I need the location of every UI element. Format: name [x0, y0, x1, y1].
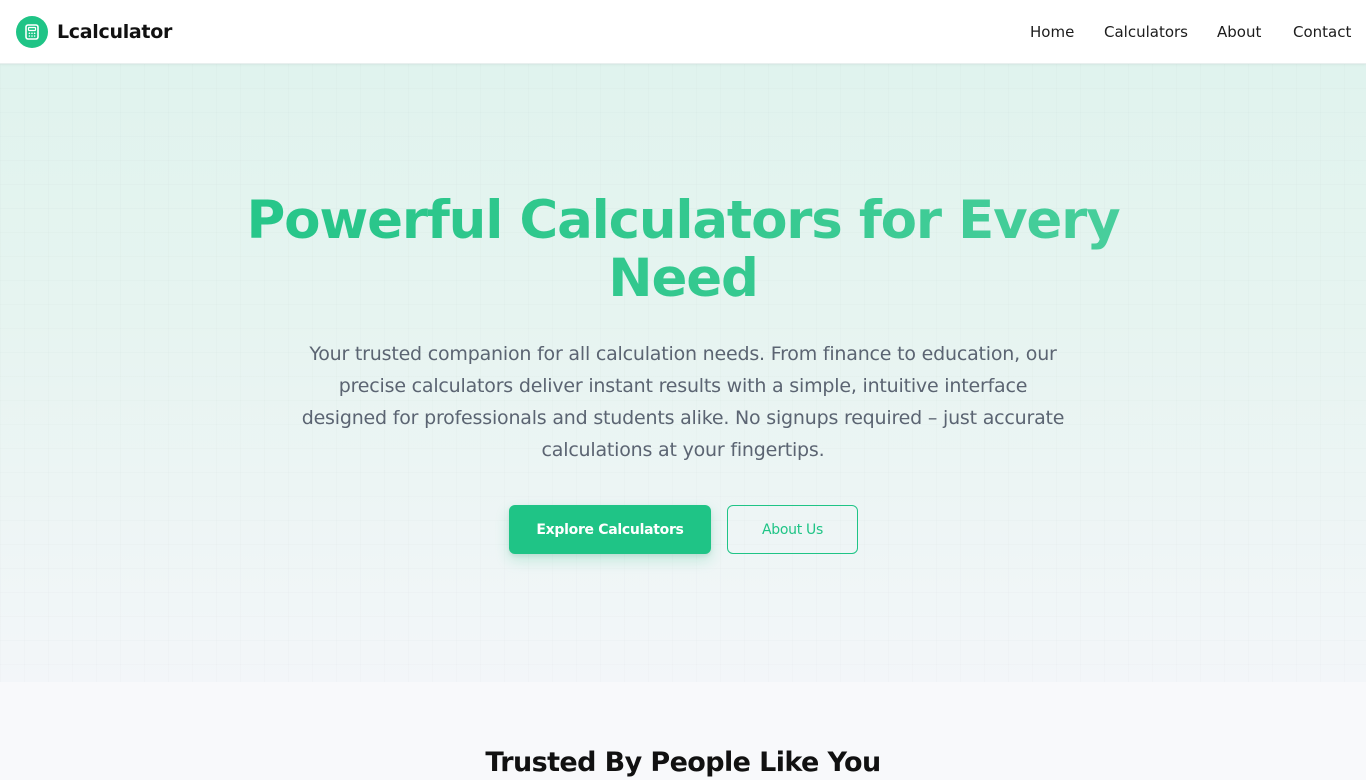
about-us-button[interactable]: About Us	[727, 505, 858, 554]
nav-link-contact[interactable]: Contact	[1293, 22, 1351, 42]
hero-title-line-1: Powerful Calculators for Every	[246, 190, 1120, 251]
hero-description: Your trusted companion for all calculati…	[301, 343, 1065, 461]
top-navbar: Lcalculator Home Calculators About Conta…	[0, 0, 1366, 64]
hero-title-line-2: Need	[608, 248, 758, 309]
nav-link-home[interactable]: Home	[1030, 22, 1074, 42]
hero-title: Powerful Calculators for Every Need	[0, 192, 1366, 308]
explore-calculators-button[interactable]: Explore Calculators	[509, 505, 711, 554]
trusted-section-title: Trusted By People Like You	[485, 747, 881, 778]
brand-name: Lcalculator	[57, 21, 173, 43]
nav-link-calculators[interactable]: Calculators	[1104, 22, 1188, 42]
brand-logo-link[interactable]: Lcalculator	[16, 16, 172, 48]
hero-section: Powerful Calculators for Every Need Your…	[0, 64, 1366, 682]
calculator-icon	[16, 16, 48, 48]
nav-link-about[interactable]: About	[1217, 22, 1261, 42]
